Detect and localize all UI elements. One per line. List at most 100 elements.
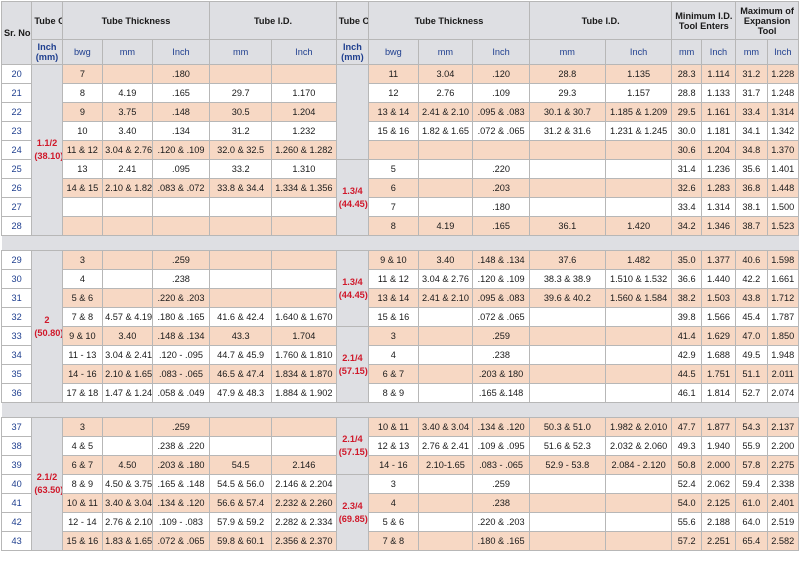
right-thk-inch: .259 xyxy=(472,326,530,346)
left-id-mm: 56.6 & 57.4 xyxy=(209,493,272,513)
sr-no-cell: 20 xyxy=(0,64,33,84)
table-row: 26 14 & 15 2.10 & 1.82.083 & .072 33.8 & 34… xyxy=(0,178,800,198)
left-id-inch: 1.260 & 1.282 xyxy=(271,140,337,160)
right-bwg: 12 & 13 xyxy=(368,436,419,456)
max-tool-inch: 1.342 xyxy=(766,121,800,141)
header-right-tube-thickness: Tube Thickness xyxy=(368,1,530,40)
min-id-mm: 32.6 xyxy=(671,178,702,198)
min-id-mm: 52.4 xyxy=(671,474,702,494)
sr-no-cell: 29 xyxy=(0,250,33,270)
max-tool-inch: 2.011 xyxy=(766,364,800,384)
sr-no-cell: 41 xyxy=(0,493,33,513)
max-tool-mm: 40.6 xyxy=(735,250,768,270)
min-id-mm: 33.4 xyxy=(671,197,702,217)
table-row: 41 10 & 11 3.40 & 3.04.134 & .120 56.6 & 57… xyxy=(0,493,800,513)
table-row: 32 7 & 8 4.57 & 4.19.180 & .165 41.6 & 42.4… xyxy=(0,307,800,327)
left-thk-mm: 4.57 & 4.19 xyxy=(102,307,153,327)
table-row: 25 13 2.41.095 33.2 1.310 1.3/4 (44.45) 5 .220 3… xyxy=(0,159,800,236)
left-id-mm: 30.5 xyxy=(209,102,272,122)
left-id-inch: 2.282 & 2.334 xyxy=(271,512,337,532)
max-tool-mm: 38.1 xyxy=(735,197,768,217)
left-bwg: 12 - 14 xyxy=(61,512,104,532)
left-thk-inch: .058 & .049 xyxy=(151,383,211,403)
table-row: 31 5 & 6 .220 & .203 13 & 14 2.41 & 2.10.095… xyxy=(0,288,800,308)
right-thk-inch: .259 xyxy=(472,474,530,494)
right-thk-mm: 4.19 xyxy=(417,216,474,236)
right-id-inch xyxy=(604,307,673,327)
left-bwg: 15 & 16 xyxy=(61,531,104,551)
left-thk-inch: .238 xyxy=(151,269,211,289)
max-tool-inch: 1.500 xyxy=(766,197,800,217)
left-id-inch: 2.146 & 2.204 xyxy=(271,474,337,494)
left-bwg: 13 xyxy=(61,159,104,179)
max-tool-inch: 1.448 xyxy=(766,178,800,198)
right-bwg: 10 & 11 xyxy=(368,417,419,437)
right-id-mm: 50.3 & 51.0 xyxy=(528,417,606,437)
right-id-inch xyxy=(604,140,673,160)
right-id-inch xyxy=(604,345,673,365)
max-tool-mm: 64.0 xyxy=(735,512,768,532)
right-bwg: 9 & 10 xyxy=(368,250,419,270)
left-thk-inch: .259 xyxy=(151,250,211,270)
left-bwg: 4 xyxy=(61,269,104,289)
right-id-inch xyxy=(604,364,673,384)
subheader-max-mm: mm xyxy=(735,39,768,65)
left-thk-mm xyxy=(102,250,153,270)
left-id-mm xyxy=(209,197,272,217)
min-id-inch: 1.377 xyxy=(700,250,737,270)
sr-no-cell: 38 xyxy=(0,436,33,456)
left-thk-inch: .220 & .203 xyxy=(151,288,211,308)
min-id-inch: 1.283 xyxy=(700,178,737,198)
right-thk-inch: .109 xyxy=(472,83,530,103)
left-id-inch: 1.760 & 1.810 xyxy=(271,345,337,365)
right-thk-mm xyxy=(417,383,474,403)
left-bwg: 11 & 12 xyxy=(61,140,104,160)
right-id-inch xyxy=(604,326,673,346)
left-thk-mm: 1.83 & 1.65 xyxy=(102,531,153,551)
right-thk-mm xyxy=(417,307,474,327)
right-bwg: 11 xyxy=(368,64,419,84)
right-thk-inch: .109 & .095 xyxy=(472,436,530,456)
max-tool-inch: 2.200 xyxy=(766,436,800,456)
right-thk-mm xyxy=(417,512,474,532)
right-id-mm: 36.1 xyxy=(528,216,606,236)
right-id-mm xyxy=(528,159,606,179)
sr-no-cell: 33 xyxy=(0,326,33,346)
subheader-right-bwg: bwg xyxy=(368,39,419,65)
right-id-inch: 1.420 xyxy=(604,216,673,236)
right-bwg: 13 & 14 xyxy=(368,288,419,308)
right-id-mm: 52.9 - 53.8 xyxy=(528,455,606,475)
max-tool-inch: 2.582 xyxy=(766,531,800,551)
left-thk-mm: 3.04 & 2.76 xyxy=(102,140,153,160)
subheader-max-inch: Inch xyxy=(766,39,800,65)
left-id-inch: 1.704 xyxy=(271,326,337,346)
max-tool-inch: 1.787 xyxy=(766,307,800,327)
max-tool-mm: 52.7 xyxy=(735,383,768,403)
max-tool-mm: 65.4 xyxy=(735,531,768,551)
left-thk-mm xyxy=(102,417,153,437)
right-bwg: 5 & 6 xyxy=(368,512,419,532)
header-right-tube-id: Tube I.D. xyxy=(528,1,673,40)
left-id-inch xyxy=(271,250,337,270)
header-max-expansion-tool: Maximum of Expansion Tool xyxy=(735,1,799,40)
min-id-mm: 30.6 xyxy=(671,140,702,160)
left-bwg xyxy=(61,197,104,217)
left-thk-mm xyxy=(102,64,153,84)
right-thk-inch: .180 & .165 xyxy=(472,531,530,551)
max-tool-mm: 45.4 xyxy=(735,307,768,327)
left-thk-inch: .148 xyxy=(151,102,211,122)
max-tool-inch: 1.850 xyxy=(766,326,800,346)
right-thk-mm: 2.76 xyxy=(417,83,474,103)
right-id-mm xyxy=(528,345,606,365)
max-tool-mm: 43.8 xyxy=(735,288,768,308)
min-id-inch: 1.133 xyxy=(700,83,737,103)
subheader-right-id-mm: mm xyxy=(528,39,606,65)
right-thk-mm xyxy=(417,140,474,160)
min-id-mm: 29.5 xyxy=(671,102,702,122)
left-id-inch: 2.232 & 2.260 xyxy=(271,493,337,513)
right-bwg: 4 xyxy=(368,345,419,365)
left-id-inch xyxy=(271,436,337,456)
table-row: 40 8 & 9 4.50 & 3.75.165 & .148 54.5 & 56.0… xyxy=(0,474,800,551)
left-thk-inch: .180 xyxy=(151,64,211,84)
right-bwg xyxy=(368,140,419,160)
